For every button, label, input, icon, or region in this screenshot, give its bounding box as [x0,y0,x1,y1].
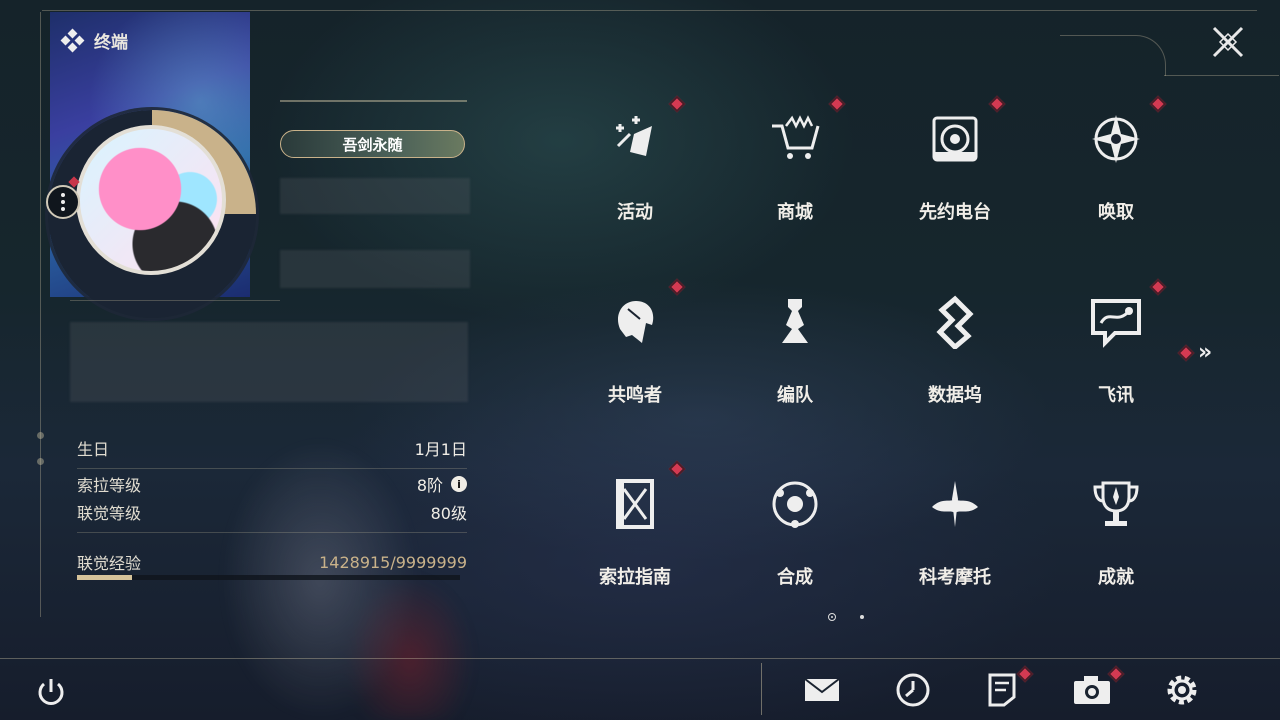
sparkle-star-icon [608,112,662,166]
menu-item-label: 商城 [777,202,813,223]
stat-label: 联觉等级 [77,504,142,523]
guide-book-icon [608,477,662,531]
menu-item[interactable]: 飞讯 [1051,278,1181,423]
menu-item[interactable]: 编队 [730,283,860,423]
exp-progress-bar [77,575,460,580]
speaker-icon [928,112,982,166]
stat-union-exp: 联觉经验 1428915/9999999 [77,550,467,574]
notice-icon[interactable] [982,665,1034,710]
close-button[interactable] [1208,22,1248,62]
alert-dot [1149,278,1167,296]
alert-dot [1016,665,1034,683]
menu-item[interactable]: 商城 [730,95,860,240]
title-badge[interactable]: 吾剑永随 [280,130,465,158]
alert-dot [1177,344,1195,361]
menu-item-label: 索拉指南 [599,567,671,588]
title-badge-label: 吾剑永随 [342,135,403,154]
message-bubble-icon [1089,295,1143,349]
trophy-icon [1089,477,1143,531]
menu-item[interactable]: 共鸣者 [570,278,700,423]
compass-icon [1089,112,1143,166]
menu-item[interactable]: 索拉指南 [570,460,700,605]
stat-value: 80级 [430,504,467,523]
info-icon[interactable]: i [451,476,467,492]
stat-value: 1428915/9999999 [319,552,467,572]
stat-sola-level: 索拉等级 8阶 i [77,472,467,496]
menu-item-label: 先约电台 [919,202,991,223]
menu-item-label: 编队 [777,385,813,406]
stat-birthday: 生日 1月1日 [77,436,467,460]
menu-item-label: 飞讯 [1098,385,1134,406]
name-divider [280,100,467,102]
stat-divider [77,532,467,533]
page-indicator [828,613,864,621]
terminal-logo-icon [60,28,85,52]
alert-dot [668,95,686,113]
bottom-bar-divider [761,663,762,715]
next-page-button[interactable]: » [1177,340,1213,365]
frame-dot [37,458,44,465]
stat-union-level: 联觉等级 80级 [77,500,467,524]
avatar[interactable] [76,125,226,275]
menu-item[interactable]: 科考摩托 [890,465,1020,605]
alert-dot [988,95,1006,113]
menu-item-label: 合成 [777,567,813,588]
alert-dot [1149,95,1167,113]
stat-label: 索拉等级 [77,476,142,495]
page-title: 终端 [94,33,128,53]
double-chevron-right-icon: » [1198,340,1213,365]
menu-item[interactable]: 先约电台 [890,95,1020,240]
menu-item[interactable]: 数据坞 [890,283,1020,423]
alert-dot [668,278,686,296]
page-dot[interactable] [860,615,864,619]
menu-item-label: 唤取 [1098,202,1134,223]
synthesis-icon [768,477,822,531]
frame-line-right [1164,75,1279,76]
menu-item-label: 数据坞 [928,385,982,406]
bottom-bar-line [0,658,1280,659]
frame-line-top [42,10,1257,11]
exp-progress-fill [77,575,132,580]
stat-value: 1月1日 [414,440,467,459]
motorcycle-icon [928,477,982,531]
profile-divider [70,300,280,301]
player-id-blurred [280,250,470,288]
sola-level-value: 8阶 [416,476,443,495]
alert-dot [668,460,686,478]
stat-divider [77,468,467,469]
menu-item-label: 共鸣者 [608,385,662,406]
mail-icon[interactable] [802,670,842,710]
menu-item[interactable]: 活动 [570,95,700,240]
menu-item-label: 成就 [1098,567,1134,588]
menu-item[interactable]: 合成 [730,465,860,605]
clock-icon[interactable] [893,670,933,710]
alert-dot [828,95,846,113]
menu-item-label: 活动 [617,202,653,223]
menu-item[interactable]: 唤取 [1051,95,1181,240]
signature-blurred[interactable] [70,322,468,402]
menu-item[interactable]: 成就 [1051,465,1181,605]
menu-item-label: 科考摩托 [919,567,991,588]
power-icon[interactable] [31,672,71,712]
stat-label: 联觉经验 [77,554,142,573]
more-options-button[interactable] [46,185,80,219]
character-head-icon [608,295,662,349]
frame-dot [37,432,44,439]
camera-icon[interactable] [1072,665,1125,710]
stat-value: 8阶 i [417,472,467,496]
shopping-cart-icon [768,112,822,166]
frame-line-left [40,12,41,617]
page-dot-active[interactable] [828,613,836,621]
chess-piece-icon [768,295,822,349]
terminal-title: 终端 [60,28,128,53]
settings-icon[interactable] [1162,670,1202,710]
player-name-blurred [280,178,470,214]
stat-label: 生日 [77,440,110,459]
frame-corner [1060,35,1166,76]
data-dock-icon [928,295,982,349]
